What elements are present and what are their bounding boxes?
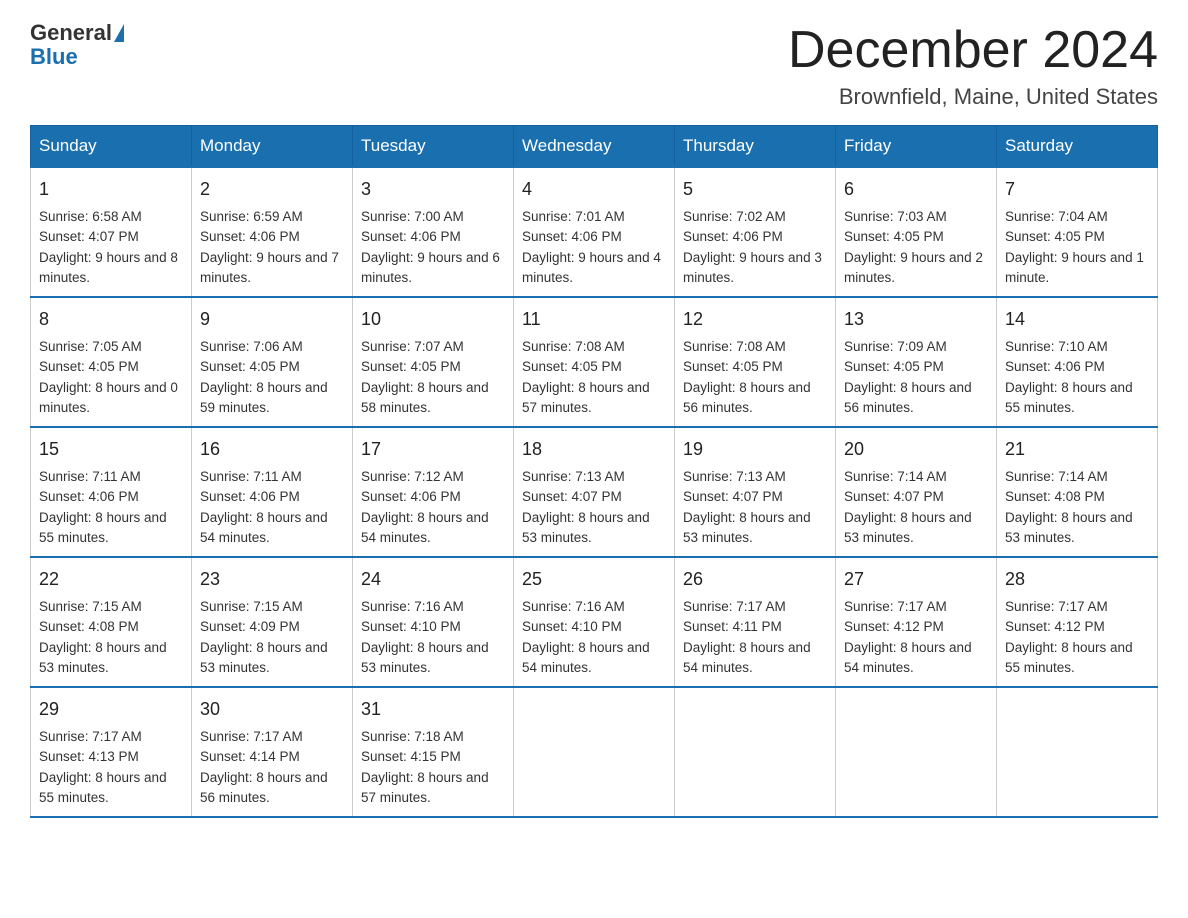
calendar-cell: 5Sunrise: 7:02 AMSunset: 4:06 PMDaylight… (675, 167, 836, 297)
logo: General Blue (30, 20, 126, 70)
calendar-cell (997, 687, 1158, 817)
day-number: 3 (361, 176, 505, 203)
calendar-cell: 31Sunrise: 7:18 AMSunset: 4:15 PMDayligh… (353, 687, 514, 817)
calendar-cell: 23Sunrise: 7:15 AMSunset: 4:09 PMDayligh… (192, 557, 353, 687)
location-title: Brownfield, Maine, United States (788, 84, 1158, 110)
day-number: 14 (1005, 306, 1149, 333)
day-number: 19 (683, 436, 827, 463)
week-row-2: 8Sunrise: 7:05 AMSunset: 4:05 PMDaylight… (31, 297, 1158, 427)
logo-triangle-icon (114, 24, 124, 42)
calendar-cell: 7Sunrise: 7:04 AMSunset: 4:05 PMDaylight… (997, 167, 1158, 297)
day-header-saturday: Saturday (997, 126, 1158, 168)
day-number: 30 (200, 696, 344, 723)
month-title: December 2024 (788, 20, 1158, 80)
day-number: 22 (39, 566, 183, 593)
day-number: 24 (361, 566, 505, 593)
calendar-cell: 27Sunrise: 7:17 AMSunset: 4:12 PMDayligh… (836, 557, 997, 687)
day-header-friday: Friday (836, 126, 997, 168)
calendar-cell: 4Sunrise: 7:01 AMSunset: 4:06 PMDaylight… (514, 167, 675, 297)
calendar-cell: 6Sunrise: 7:03 AMSunset: 4:05 PMDaylight… (836, 167, 997, 297)
calendar-cell: 1Sunrise: 6:58 AMSunset: 4:07 PMDaylight… (31, 167, 192, 297)
calendar-cell: 8Sunrise: 7:05 AMSunset: 4:05 PMDaylight… (31, 297, 192, 427)
calendar-cell: 15Sunrise: 7:11 AMSunset: 4:06 PMDayligh… (31, 427, 192, 557)
day-number: 29 (39, 696, 183, 723)
logo-blue-text: Blue (30, 44, 78, 70)
day-number: 11 (522, 306, 666, 333)
calendar-cell: 18Sunrise: 7:13 AMSunset: 4:07 PMDayligh… (514, 427, 675, 557)
week-row-3: 15Sunrise: 7:11 AMSunset: 4:06 PMDayligh… (31, 427, 1158, 557)
day-header-monday: Monday (192, 126, 353, 168)
logo-general-text: General (30, 20, 112, 46)
day-number: 31 (361, 696, 505, 723)
calendar-cell: 2Sunrise: 6:59 AMSunset: 4:06 PMDaylight… (192, 167, 353, 297)
day-number: 25 (522, 566, 666, 593)
calendar-cell (675, 687, 836, 817)
day-number: 12 (683, 306, 827, 333)
day-number: 7 (1005, 176, 1149, 203)
title-area: December 2024 Brownfield, Maine, United … (788, 20, 1158, 110)
calendar-cell: 11Sunrise: 7:08 AMSunset: 4:05 PMDayligh… (514, 297, 675, 427)
day-header-tuesday: Tuesday (353, 126, 514, 168)
calendar-cell (514, 687, 675, 817)
calendar-cell: 22Sunrise: 7:15 AMSunset: 4:08 PMDayligh… (31, 557, 192, 687)
day-number: 28 (1005, 566, 1149, 593)
day-number: 5 (683, 176, 827, 203)
calendar-cell: 10Sunrise: 7:07 AMSunset: 4:05 PMDayligh… (353, 297, 514, 427)
week-row-4: 22Sunrise: 7:15 AMSunset: 4:08 PMDayligh… (31, 557, 1158, 687)
calendar-cell: 19Sunrise: 7:13 AMSunset: 4:07 PMDayligh… (675, 427, 836, 557)
day-number: 1 (39, 176, 183, 203)
calendar-cell: 24Sunrise: 7:16 AMSunset: 4:10 PMDayligh… (353, 557, 514, 687)
week-row-1: 1Sunrise: 6:58 AMSunset: 4:07 PMDaylight… (31, 167, 1158, 297)
calendar-cell: 16Sunrise: 7:11 AMSunset: 4:06 PMDayligh… (192, 427, 353, 557)
calendar-cell: 25Sunrise: 7:16 AMSunset: 4:10 PMDayligh… (514, 557, 675, 687)
day-number: 18 (522, 436, 666, 463)
day-header-wednesday: Wednesday (514, 126, 675, 168)
week-row-5: 29Sunrise: 7:17 AMSunset: 4:13 PMDayligh… (31, 687, 1158, 817)
calendar-cell: 28Sunrise: 7:17 AMSunset: 4:12 PMDayligh… (997, 557, 1158, 687)
day-number: 17 (361, 436, 505, 463)
day-number: 20 (844, 436, 988, 463)
day-header-row: SundayMondayTuesdayWednesdayThursdayFrid… (31, 126, 1158, 168)
day-number: 26 (683, 566, 827, 593)
day-header-thursday: Thursday (675, 126, 836, 168)
day-number: 4 (522, 176, 666, 203)
calendar-cell: 30Sunrise: 7:17 AMSunset: 4:14 PMDayligh… (192, 687, 353, 817)
calendar-cell: 14Sunrise: 7:10 AMSunset: 4:06 PMDayligh… (997, 297, 1158, 427)
day-number: 2 (200, 176, 344, 203)
calendar-cell: 29Sunrise: 7:17 AMSunset: 4:13 PMDayligh… (31, 687, 192, 817)
day-number: 10 (361, 306, 505, 333)
calendar-cell: 26Sunrise: 7:17 AMSunset: 4:11 PMDayligh… (675, 557, 836, 687)
day-header-sunday: Sunday (31, 126, 192, 168)
calendar-cell (836, 687, 997, 817)
calendar-cell: 9Sunrise: 7:06 AMSunset: 4:05 PMDaylight… (192, 297, 353, 427)
calendar-cell: 13Sunrise: 7:09 AMSunset: 4:05 PMDayligh… (836, 297, 997, 427)
calendar-table: SundayMondayTuesdayWednesdayThursdayFrid… (30, 125, 1158, 818)
day-number: 9 (200, 306, 344, 333)
calendar-cell: 17Sunrise: 7:12 AMSunset: 4:06 PMDayligh… (353, 427, 514, 557)
day-number: 27 (844, 566, 988, 593)
day-number: 16 (200, 436, 344, 463)
day-number: 21 (1005, 436, 1149, 463)
calendar-cell: 3Sunrise: 7:00 AMSunset: 4:06 PMDaylight… (353, 167, 514, 297)
day-number: 23 (200, 566, 344, 593)
calendar-cell: 20Sunrise: 7:14 AMSunset: 4:07 PMDayligh… (836, 427, 997, 557)
day-number: 15 (39, 436, 183, 463)
calendar-cell: 12Sunrise: 7:08 AMSunset: 4:05 PMDayligh… (675, 297, 836, 427)
day-number: 8 (39, 306, 183, 333)
calendar-cell: 21Sunrise: 7:14 AMSunset: 4:08 PMDayligh… (997, 427, 1158, 557)
day-number: 13 (844, 306, 988, 333)
page-header: General Blue December 2024 Brownfield, M… (30, 20, 1158, 110)
day-number: 6 (844, 176, 988, 203)
